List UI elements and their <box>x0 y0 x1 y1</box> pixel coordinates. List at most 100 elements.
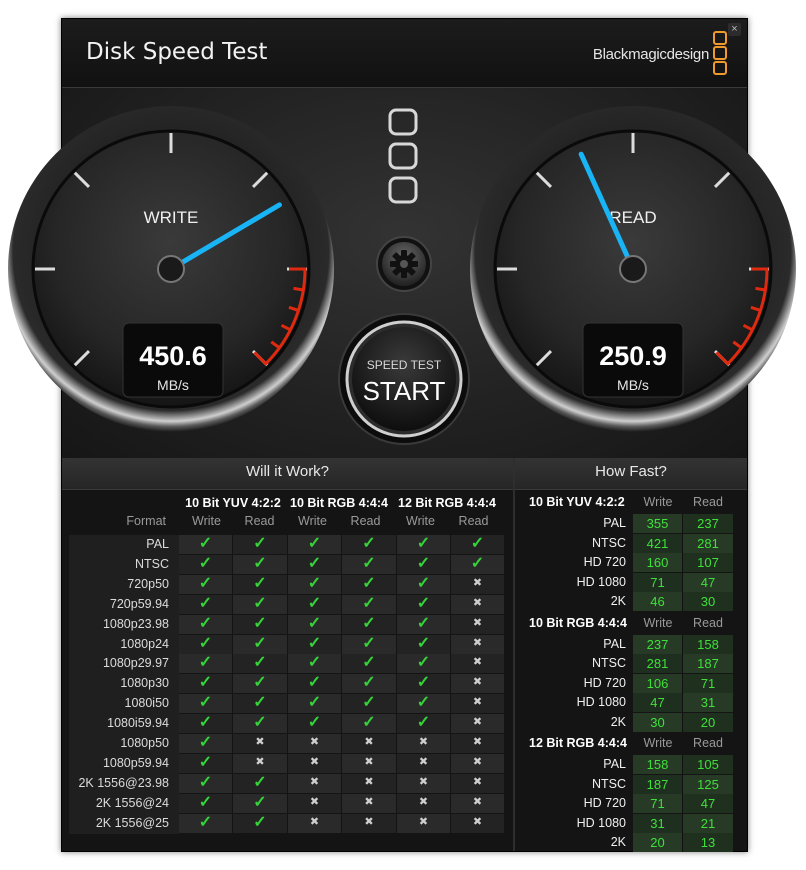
write-speed-value: 160 <box>633 553 683 572</box>
cross-icon: ✖ <box>288 773 342 793</box>
how-fast-row: NTSC 421 281 <box>515 533 747 553</box>
check-icon: ✓ <box>288 535 342 554</box>
check-icon: ✓ <box>397 535 451 554</box>
how-fast-row: HD 720 71 47 <box>515 794 747 813</box>
check-icon: ✓ <box>342 574 397 594</box>
check-icon: ✓ <box>179 813 233 833</box>
how-fast-sub-header: Write <box>643 736 673 750</box>
resolution-label: HD 1080 <box>576 695 626 709</box>
how-fast-row: NTSC 187 125 <box>515 774 747 794</box>
read-speed-value: 47 <box>683 794 733 813</box>
write-gauge: WRITE 450.6 MB/s <box>8 106 334 432</box>
app-window: Disk Speed Test Blackmagicdesign × WRITE… <box>8 18 796 852</box>
check-icon: ✓ <box>397 574 451 594</box>
check-icon: ✓ <box>179 654 233 674</box>
read-speed-value: 105 <box>683 755 733 774</box>
check-icon: ✓ <box>288 714 342 734</box>
cross-icon: ✖ <box>397 773 451 793</box>
write-speed-value: 31 <box>633 813 683 833</box>
check-icon: ✓ <box>397 634 451 654</box>
check-icon: ✓ <box>342 634 397 654</box>
start-button-caption: SPEED TEST <box>367 358 442 372</box>
write-speed-value: 281 <box>633 654 683 673</box>
cross-icon: ✖ <box>288 793 342 813</box>
check-icon: ✓ <box>451 554 505 574</box>
resolution-label: NTSC <box>591 776 626 791</box>
read-redline-tick <box>755 286 766 292</box>
read-speed-value: 21 <box>683 813 733 833</box>
read-speed-value: 31 <box>683 693 733 712</box>
how-fast-row: PAL 237 158 <box>515 634 747 654</box>
write-speed-value: 237 <box>633 634 683 654</box>
start-button[interactable]: SPEED TEST START <box>338 313 470 445</box>
resolution-label: 2K <box>610 594 626 608</box>
format-label: 720p50 <box>127 576 169 591</box>
how-fast-row: HD 720 106 71 <box>515 673 747 693</box>
check-icon: ✓ <box>342 594 397 614</box>
read-speed-value: 237 <box>683 514 733 533</box>
check-icon: ✓ <box>451 535 505 554</box>
how-fast-row: HD 720 160 107 <box>515 553 747 572</box>
table-row: 1080p50 ✓ ✖ ✖ ✖ ✖ ✖ <box>69 734 505 753</box>
write-redline-tick <box>293 286 304 292</box>
write-speed-value: 106 <box>633 673 683 693</box>
check-icon: ✓ <box>179 614 233 634</box>
format-label: 2K 1556@25 <box>95 815 169 830</box>
table-row: 1080p30 ✓ ✓ ✓ ✓ ✓ ✖ <box>69 674 505 694</box>
will-it-work-sub-header: Read <box>458 514 489 528</box>
cross-icon: ✖ <box>397 734 451 753</box>
write-speed-value: 355 <box>633 514 683 533</box>
read-speed-value: 13 <box>683 833 733 852</box>
read-speed-value: 125 <box>683 774 733 794</box>
check-icon: ✓ <box>179 753 233 773</box>
how-fast-sub-header: Read <box>693 736 723 750</box>
cross-icon: ✖ <box>451 594 505 614</box>
write-speed-value: 158 <box>633 755 683 774</box>
cross-icon: ✖ <box>288 813 342 833</box>
read-value: 250.9 <box>599 341 667 371</box>
write-speed-value: 71 <box>633 572 683 592</box>
format-label: 1080p29.97 <box>102 656 169 671</box>
cross-icon: ✖ <box>451 694 505 714</box>
cross-icon: ✖ <box>451 813 505 833</box>
will-it-work-sub-header: Read <box>350 514 381 528</box>
cross-icon: ✖ <box>288 753 342 773</box>
write-value: 450.6 <box>139 341 207 371</box>
read-label: READ <box>609 208 656 227</box>
will-it-work-group-header: 10 Bit RGB 4:4:4 <box>290 496 388 510</box>
check-icon: ✓ <box>233 714 288 734</box>
how-fast-sub-header: Write <box>643 495 673 509</box>
read-speed-value: 158 <box>683 634 733 654</box>
table-row: 2K 1556@25 ✓ ✓ ✖ ✖ ✖ ✖ <box>69 813 505 833</box>
cross-icon: ✖ <box>451 753 505 773</box>
cross-icon: ✖ <box>342 813 397 833</box>
how-fast-group-header: 10 Bit YUV 4:2:2 <box>529 495 625 509</box>
how-fast-title: How Fast? <box>515 458 747 490</box>
check-icon: ✓ <box>397 654 451 674</box>
check-icon: ✓ <box>179 594 233 614</box>
settings-gear-icon[interactable] <box>376 236 432 292</box>
check-icon: ✓ <box>342 714 397 734</box>
resolution-label: HD 720 <box>583 796 626 810</box>
table-row: 1080i59.94 ✓ ✓ ✓ ✓ ✓ ✖ <box>69 714 505 734</box>
check-icon: ✓ <box>288 674 342 694</box>
cross-icon: ✖ <box>342 793 397 813</box>
read-speed-value: 20 <box>683 712 733 732</box>
table-row: 1080p59.94 ✓ ✖ ✖ ✖ ✖ ✖ <box>69 753 505 773</box>
resolution-label: PAL <box>603 757 626 771</box>
center-logo-icon <box>388 108 418 204</box>
format-label: 2K 1556@23.98 <box>78 775 169 790</box>
check-icon: ✓ <box>288 594 342 614</box>
write-speed-value: 20 <box>633 833 683 852</box>
check-icon: ✓ <box>397 714 451 734</box>
cross-icon: ✖ <box>451 793 505 813</box>
how-fast-row: PAL 355 237 <box>515 514 747 533</box>
format-label: 1080p30 <box>120 676 169 691</box>
check-icon: ✓ <box>179 714 233 734</box>
check-icon: ✓ <box>179 734 233 753</box>
check-icon: ✓ <box>397 614 451 634</box>
resolution-label: NTSC <box>591 535 626 550</box>
how-fast-row: 2K 30 20 <box>515 712 747 732</box>
check-icon: ✓ <box>342 614 397 634</box>
resolution-label: PAL <box>603 636 626 651</box>
